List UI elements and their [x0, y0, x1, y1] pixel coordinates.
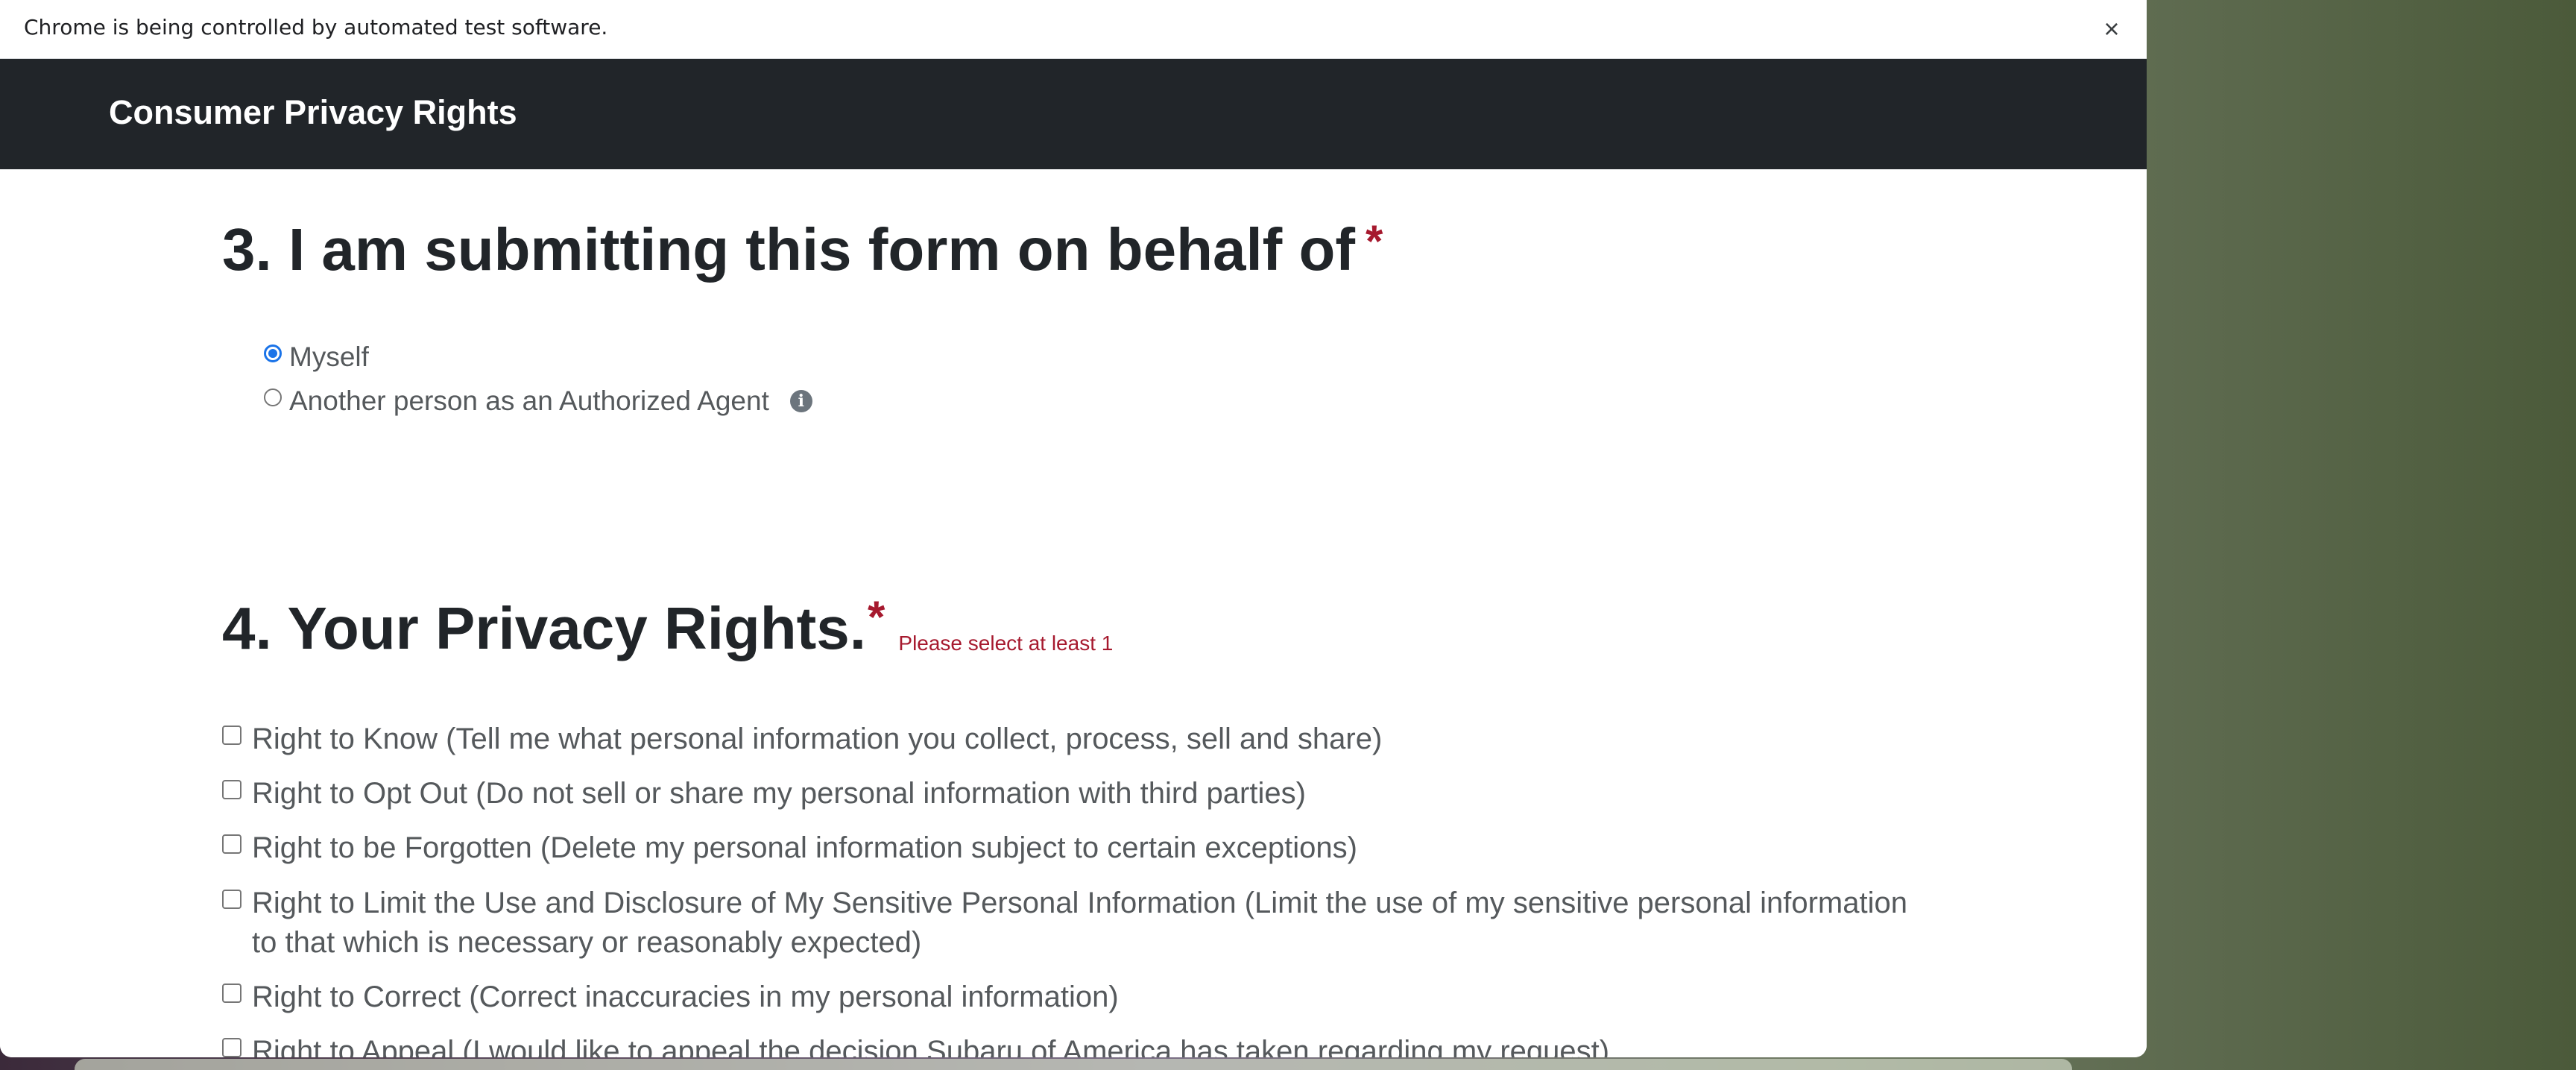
required-marker: * — [868, 592, 886, 642]
question-4-heading: 4. Your Privacy Rights. * Please select at… — [222, 592, 1114, 663]
question-3-text: 3. I am submitting this form on behalf o… — [222, 216, 1356, 283]
question-3-heading: 3. I am submitting this form on behalf o… — [222, 215, 1383, 284]
infobar-message: Chrome is being controlled by automated … — [24, 15, 608, 40]
checkbox-right-to-be-forgotten[interactable]: Right to be Forgotten (Delete my persona… — [222, 828, 1936, 868]
site-header: Consumer Privacy Rights — [0, 59, 2147, 169]
radio-label-myself[interactable]: Myself — [289, 342, 369, 373]
checkbox-input[interactable] — [222, 780, 242, 799]
form-content: 3. I am submitting this form on behalf o… — [0, 169, 2147, 1057]
checkbox-input[interactable] — [222, 984, 242, 1003]
checkbox-input[interactable] — [222, 834, 242, 854]
checkbox-input[interactable] — [222, 890, 242, 909]
browser-window: Chrome is being controlled by automated … — [0, 0, 2147, 1057]
radio-button-myself[interactable] — [264, 344, 282, 362]
checkbox-input[interactable] — [222, 726, 242, 745]
automation-infobar: Chrome is being controlled by automated … — [0, 0, 2147, 59]
radio-option-myself[interactable]: Myself — [264, 342, 369, 373]
checkbox-label[interactable]: Right to Limit the Use and Disclosure of… — [252, 884, 1936, 963]
checkbox-right-to-limit[interactable]: Right to Limit the Use and Disclosure of… — [222, 884, 1936, 963]
validation-message: Please select at least 1 — [898, 632, 1114, 655]
radio-label-authorized-agent[interactable]: Another person as an Authorized Agent — [289, 385, 769, 417]
checkbox-right-to-know[interactable]: Right to Know (Tell me what personal inf… — [222, 720, 1936, 759]
question-4-text: 4. Your Privacy Rights. — [222, 595, 867, 661]
background-window-edge — [75, 1059, 2072, 1070]
page-title: Consumer Privacy Rights — [109, 93, 517, 131]
checkbox-right-to-opt-out[interactable]: Right to Opt Out (Do not sell or share m… — [222, 774, 1936, 813]
checkbox-right-to-correct[interactable]: Right to Correct (Correct inaccuracies i… — [222, 978, 1936, 1017]
checkbox-label[interactable]: Right to Appeal (I would like to appeal … — [252, 1032, 1609, 1057]
info-icon[interactable]: i — [789, 390, 812, 412]
required-marker: * — [1366, 216, 1383, 266]
close-icon[interactable]: × — [2093, 10, 2130, 48]
checkbox-label[interactable]: Right to Opt Out (Do not sell or share m… — [252, 774, 1306, 813]
radio-button-authorized-agent[interactable] — [264, 388, 282, 406]
checkbox-label[interactable]: Right to Know (Tell me what personal inf… — [252, 720, 1382, 759]
radio-option-authorized-agent[interactable]: Another person as an Authorized Agent i — [264, 385, 812, 417]
checkbox-label[interactable]: Right to Correct (Correct inaccuracies i… — [252, 978, 1119, 1017]
checkbox-right-to-appeal[interactable]: Right to Appeal (I would like to appeal … — [222, 1032, 1936, 1057]
checkbox-input[interactable] — [222, 1038, 242, 1057]
checkbox-label[interactable]: Right to be Forgotten (Delete my persona… — [252, 828, 1357, 868]
